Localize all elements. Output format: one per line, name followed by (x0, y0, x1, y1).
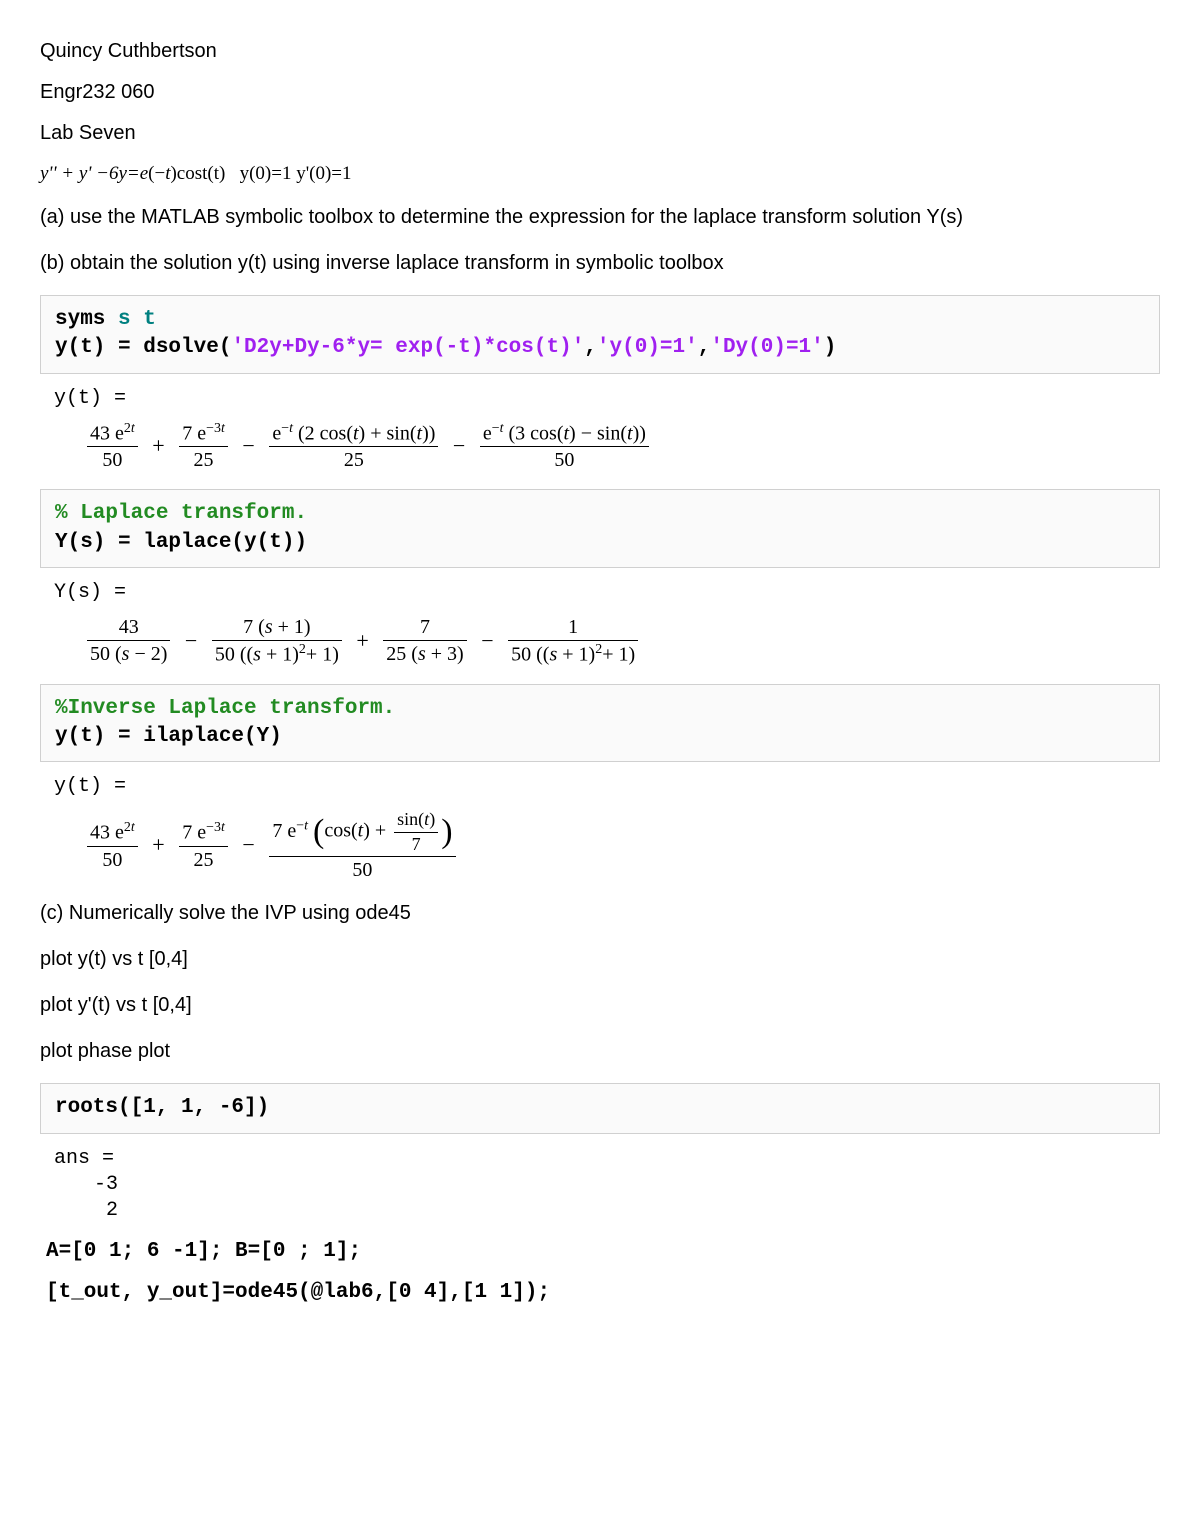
comment-laplace: % Laplace transform. (55, 502, 307, 525)
syms-vars: s t (118, 308, 156, 331)
output-ans: ans = -3 2 (50, 1146, 1160, 1224)
code-block-roots: roots([1, 1, -6]) (40, 1083, 1160, 1133)
part-c: (c) Numerically solve the IVP using ode4… (40, 899, 1160, 927)
output-ys: Y(s) = 4350 (s − 2) − 7 (s + 1)50 ((s + … (50, 580, 1160, 668)
kw-syms: syms (55, 308, 118, 331)
code-block-laplace: % Laplace transform. Y(s) = laplace(y(t)… (40, 489, 1160, 568)
plot-yt: plot y(t) vs t [0,4] (40, 945, 1160, 973)
out3-label: y(t) = (54, 774, 1160, 800)
code-ode45: [t_out, y_out]=ode45(@lab6,[0 4],[1 1]); (46, 1281, 1160, 1304)
dsolve-arg2: 'y(0)=1' (597, 336, 698, 359)
plot-ypt: plot y'(t) vs t [0,4] (40, 991, 1160, 1019)
out4-v2: 2 (94, 1198, 1160, 1224)
ilaplace-call: y(t) = ilaplace(Y) (55, 725, 282, 748)
code-block-dsolve: syms s t y(t) = dsolve('D2y+Dy-6*y= exp(… (40, 295, 1160, 374)
code-matrix-ab: A=[0 1; 6 -1]; B=[0 ; 1]; (46, 1240, 1160, 1263)
out4-v1: -3 (94, 1172, 1160, 1198)
ode-equation: y'' + y' −6y=e(−t)cost(t) y(0)=1 y'(0)=1 (40, 163, 1160, 185)
part-a: (a) use the MATLAB symbolic toolbox to d… (40, 203, 1160, 231)
dsolve-arg3: 'Dy(0)=1' (710, 336, 823, 359)
plot-phase: plot phase plot (40, 1037, 1160, 1065)
code-block-ilaplace: %Inverse Laplace transform. y(t) = ilapl… (40, 684, 1160, 763)
lab-title: Lab Seven (40, 122, 1160, 145)
author-name: Quincy Cuthbertson (40, 40, 1160, 63)
out2-label: Y(s) = (54, 580, 1160, 606)
dsolve-arg1: 'D2y+Dy-6*y= exp(-t)*cos(t)' (231, 336, 584, 359)
part-b: (b) obtain the solution y(t) using inver… (40, 249, 1160, 277)
output-yt-2: y(t) = 43 e2t50 + 7 e−3t25 − 7 e−t (cos(… (50, 774, 1160, 883)
out1-label: y(t) = (54, 386, 1160, 412)
roots-call: roots([1, 1, -6]) (55, 1096, 269, 1119)
dsolve-call-a: y(t) = dsolve( (55, 336, 231, 359)
out4-label: ans = (54, 1146, 1160, 1172)
laplace-call: Y(s) = laplace(y(t)) (55, 531, 307, 554)
output-yt-1: y(t) = 43 e2t50 + 7 e−3t25 − e−t (2 cos(… (50, 386, 1160, 474)
course: Engr232 060 (40, 81, 1160, 104)
comment-ilaplace: %Inverse Laplace transform. (55, 697, 395, 720)
